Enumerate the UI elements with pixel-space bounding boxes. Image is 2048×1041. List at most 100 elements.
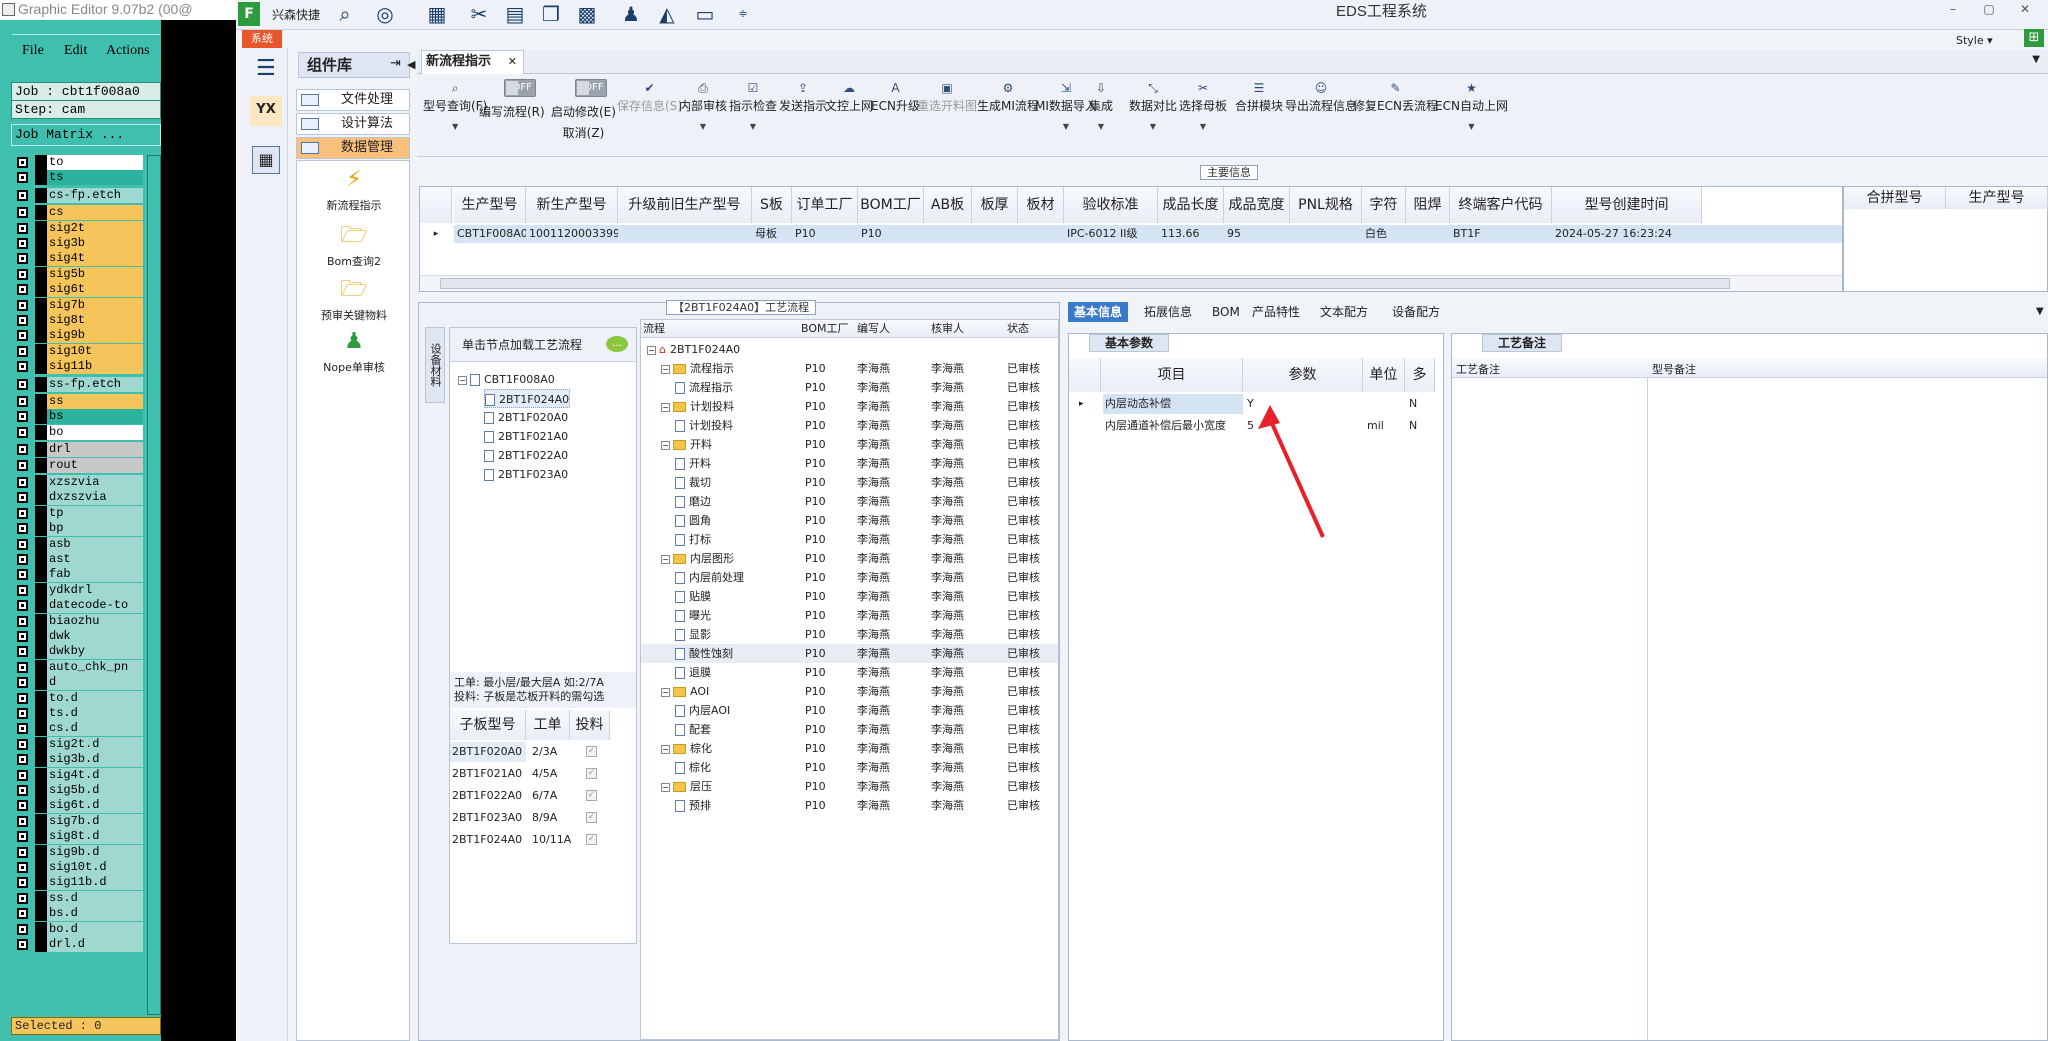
flow-node[interactable]: − 开料 <box>661 435 712 454</box>
layer-name[interactable]: ss.d <box>47 890 143 906</box>
layer-checkbox[interactable] <box>17 492 28 504</box>
sub-model-cell[interactable]: 2BT1F022A0 <box>450 786 526 806</box>
layer-row[interactable]: sig7b.d <box>13 813 143 829</box>
layer-name[interactable]: dwkby <box>47 644 143 660</box>
flow-row[interactable]: 裁切 P10 李海燕 李海燕 已审核 <box>641 473 1058 492</box>
flow-node[interactable]: 流程指示 <box>675 378 733 397</box>
grid-header-cell[interactable]: 订单工厂 <box>792 187 858 223</box>
collapse-icon[interactable]: − <box>661 364 670 374</box>
collapse-icon[interactable]: − <box>661 402 670 412</box>
layer-name[interactable]: to <box>47 155 143 170</box>
layer-name[interactable]: to.d <box>47 690 143 706</box>
grid-header-cell[interactable]: 阻焊 <box>1406 187 1450 223</box>
grid-header-cell[interactable]: 新生产型号 <box>526 187 618 223</box>
layer-row[interactable]: to <box>13 155 143 170</box>
grid-header-cell[interactable]: 升级前旧生产型号 <box>618 187 752 223</box>
param-name-cell[interactable]: 内层动态补偿 <box>1103 394 1243 414</box>
flow-row[interactable]: 棕化 P10 李海燕 李海燕 已审核 <box>641 758 1058 777</box>
grid-header-cell[interactable]: 成品长度 <box>1158 187 1224 223</box>
layer-name[interactable]: sig6t.d <box>47 798 143 814</box>
layer-name[interactable]: sig7b <box>47 297 143 313</box>
layer-row[interactable]: biaozhu <box>13 613 143 629</box>
layer-name[interactable]: cs-fp.etch <box>47 187 143 203</box>
merge-header-cell[interactable]: 生产型号 <box>1946 187 2048 209</box>
flow-node[interactable]: 酸性蚀刻 <box>675 644 733 663</box>
layer-name[interactable]: sig2t <box>47 220 143 236</box>
layer-name[interactable]: sig10t <box>47 343 143 359</box>
tree-child[interactable]: 2BT1F021A0 <box>484 427 568 446</box>
dropdown-arrow-icon[interactable]: ▼ <box>423 122 487 131</box>
flow-node[interactable]: 预排 <box>675 796 711 815</box>
layer-checkbox[interactable] <box>17 646 28 658</box>
layer-name[interactable]: ydkdrl <box>47 582 143 598</box>
grid-cell[interactable]: 95 <box>1224 225 1290 243</box>
layer-row[interactable]: datecode-to <box>13 598 143 614</box>
ribbon-8-button[interactable]: A ECN升级 <box>871 81 920 114</box>
sub-model-cell[interactable]: 2BT1F021A0 <box>450 764 526 784</box>
param-header-cell[interactable]: 参数 <box>1243 358 1363 392</box>
sub-order-cell[interactable]: 4/5A <box>530 764 570 784</box>
layer-checkbox[interactable] <box>17 908 28 920</box>
layer-name[interactable]: d <box>47 675 143 691</box>
layer-row[interactable]: sig5b.d <box>13 783 143 798</box>
layer-name[interactable]: sig8t <box>47 313 143 328</box>
flow-header-cell[interactable]: 核审人 <box>931 319 964 338</box>
grid-cell[interactable]: P10 <box>792 225 858 243</box>
tree-child[interactable]: 2BT1F024A0 <box>484 389 571 408</box>
grid-header-cell[interactable]: PNL规格 <box>1290 187 1362 223</box>
layer-name[interactable]: ts <box>47 170 143 186</box>
layer-row[interactable]: sig11b.d <box>13 875 143 891</box>
grid-cell[interactable]: 白色 <box>1362 225 1406 243</box>
flow-header-cell[interactable]: 编写人 <box>857 319 890 338</box>
grid-cell[interactable]: IPC-6012 II级 <box>1064 225 1158 243</box>
ribbon-1-button[interactable]: OFF 编写流程(R) <box>479 79 545 120</box>
bom-query-tool[interactable]: 🗁 Bom查询2 <box>309 223 399 269</box>
lib-tab-data[interactable]: 数据管理 <box>296 137 410 159</box>
dropdown-arrow-icon[interactable]: ▼ <box>1035 122 1097 131</box>
collapse-icon[interactable]: − <box>661 554 670 564</box>
flow-row[interactable]: − ⌂ 2BT1F024A0 <box>641 340 1058 359</box>
layer-checkbox[interactable] <box>17 444 28 456</box>
prereview-tool[interactable]: 🗁 预审关键物料 <box>309 277 399 323</box>
menu-icon[interactable]: ☰ <box>256 56 276 81</box>
menu-file[interactable]: File <box>22 43 44 59</box>
grid-cell[interactable] <box>1406 225 1450 243</box>
param-unit-cell[interactable] <box>1365 394 1405 414</box>
layer-checkbox[interactable] <box>17 538 28 550</box>
grid-cell[interactable]: 2024-05-27 16:23:24 <box>1552 225 1702 243</box>
layer-name[interactable]: sig6t <box>47 282 143 298</box>
flow-header-cell[interactable]: BOM工厂 <box>801 319 849 338</box>
flow-row[interactable]: − 内层图形 P10 李海燕 李海燕 已审核 <box>641 549 1058 568</box>
lib-tab-file[interactable]: 文件处理 <box>296 89 410 111</box>
layer-name[interactable]: dxzszvia <box>47 490 143 506</box>
grid-cell[interactable]: 母板 <box>752 225 792 243</box>
new-flow-tool[interactable]: ⚡ 新流程指示 <box>309 167 399 213</box>
info-tab[interactable]: 基本信息 <box>1068 302 1129 322</box>
layer-checkbox[interactable] <box>17 800 28 812</box>
layer-row[interactable]: drl <box>13 442 143 458</box>
param-flag-cell[interactable]: N <box>1407 416 1435 436</box>
comment-icon[interactable]: … <box>606 336 628 352</box>
layer-name[interactable]: fab <box>47 567 143 583</box>
layer-checkbox[interactable] <box>17 600 28 612</box>
collapse-icon[interactable]: − <box>661 687 670 697</box>
layer-name[interactable]: asb <box>47 536 143 552</box>
layer-checkbox[interactable] <box>17 831 28 843</box>
layer-row[interactable]: sig4t <box>13 251 143 267</box>
layer-name[interactable]: sig10t.d <box>47 860 143 875</box>
film-icon[interactable]: ▤ <box>502 2 528 26</box>
layer-row[interactable]: sig10t.d <box>13 860 143 875</box>
job-matrix-button[interactable]: Job Matrix ... <box>11 124 161 146</box>
flow-node[interactable]: − 计划投料 <box>661 397 734 416</box>
layer-row[interactable]: bo.d <box>13 921 143 937</box>
craft-remarks-tab[interactable]: 工艺备注 <box>1482 334 1562 352</box>
feed-checkbox[interactable]: ✓ <box>586 812 597 823</box>
layer-checkbox[interactable] <box>17 378 28 390</box>
layer-row[interactable]: drl.d <box>13 937 143 952</box>
layer-name[interactable]: bo.d <box>47 921 143 937</box>
grid-cell[interactable]: 10011200033990 <box>526 225 618 243</box>
flow-node[interactable]: 计划投料 <box>675 416 733 435</box>
layer-name[interactable]: sig3b.d <box>47 752 143 768</box>
layer-checkbox[interactable] <box>17 411 28 423</box>
layer-scrollbar[interactable] <box>147 155 161 1015</box>
